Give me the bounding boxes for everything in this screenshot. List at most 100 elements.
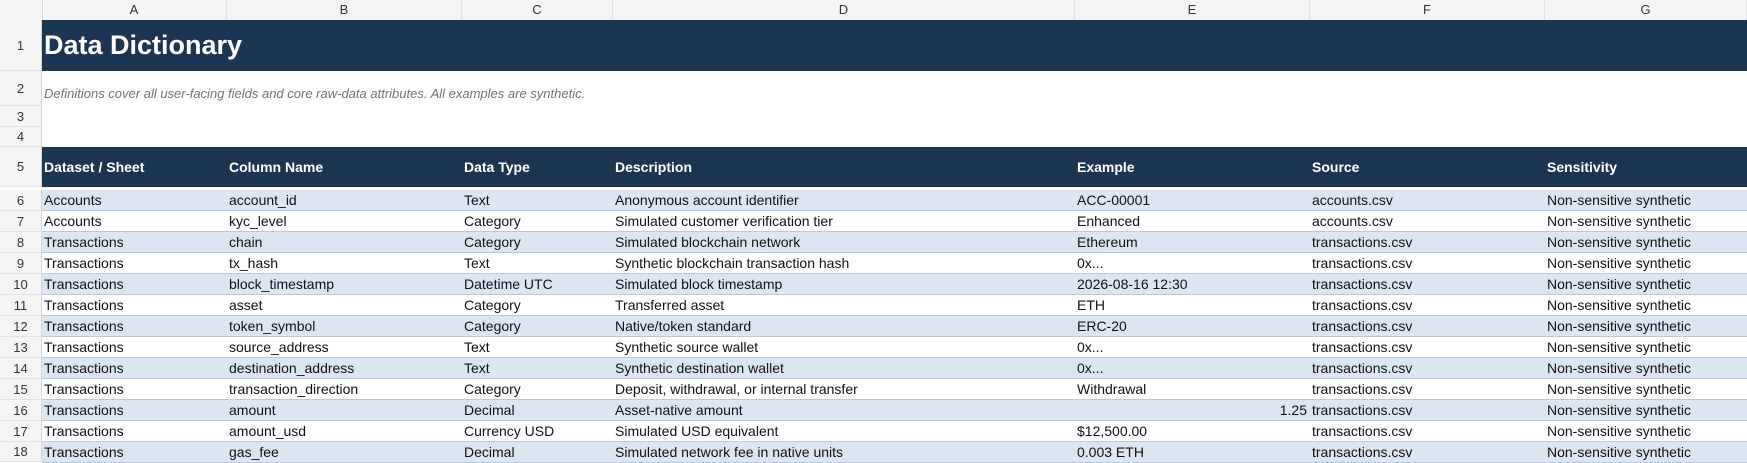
row-header[interactable]: 17: [0, 421, 42, 442]
cell-source[interactable]: transactions.csv: [1312, 358, 1412, 379]
cell-example[interactable]: Withdrawal: [1077, 379, 1146, 400]
cell-example[interactable]: 0x...: [1077, 253, 1103, 274]
cell-data-type[interactable]: Category: [464, 316, 521, 337]
cell-column-name[interactable]: amount: [229, 400, 276, 421]
cell-sensitivity[interactable]: Non-sensitive synthetic: [1547, 253, 1691, 274]
cell-example[interactable]: 0.003 ETH: [1077, 442, 1144, 463]
cell-dataset[interactable]: Transactions: [44, 358, 124, 379]
row-header[interactable]: 11: [0, 295, 42, 316]
cell-source[interactable]: transactions.csv: [1312, 442, 1412, 463]
cell-column-name[interactable]: destination_address: [229, 358, 354, 379]
cell-dataset[interactable]: Transactions: [44, 379, 124, 400]
cell-sensitivity[interactable]: Non-sensitive synthetic: [1547, 316, 1691, 337]
cell-description[interactable]: Simulated blockchain network: [615, 232, 800, 253]
cell-sensitivity[interactable]: Non-sensitive synthetic: [1547, 211, 1691, 232]
cell-dataset[interactable]: Transactions: [44, 274, 124, 295]
cell-data-type[interactable]: Currency USD: [464, 421, 554, 442]
cell-source[interactable]: transactions.csv: [1312, 253, 1412, 274]
cell-sensitivity[interactable]: Non-sensitive synthetic: [1547, 295, 1691, 316]
cell-dataset[interactable]: Transactions: [44, 232, 124, 253]
row-header[interactable]: 15: [0, 379, 42, 400]
row-header[interactable]: 9: [0, 253, 42, 274]
cell-description[interactable]: Simulated customer verification tier: [615, 211, 833, 232]
cell-column-name[interactable]: account_id: [229, 190, 297, 211]
header-description[interactable]: Description: [615, 147, 692, 187]
column-header-a[interactable]: A: [42, 0, 227, 20]
cell-data-type[interactable]: Text: [464, 253, 490, 274]
cell-example[interactable]: ERC-20: [1077, 316, 1127, 337]
subtitle-note[interactable]: Definitions cover all user-facing fields…: [44, 86, 585, 101]
row-header[interactable]: 8: [0, 232, 42, 253]
header-column-name[interactable]: Column Name: [229, 147, 323, 187]
row-header[interactable]: 5: [0, 147, 42, 187]
column-header-b[interactable]: B: [227, 0, 462, 20]
cell-sensitivity[interactable]: Non-sensitive synthetic: [1547, 421, 1691, 442]
cell-source[interactable]: transactions.csv: [1312, 295, 1412, 316]
cell-sensitivity[interactable]: Non-sensitive synthetic: [1547, 190, 1691, 211]
cell-dataset[interactable]: Transactions: [44, 316, 124, 337]
row-header[interactable]: 2: [0, 71, 42, 106]
cell-sensitivity[interactable]: Non-sensitive synthetic: [1547, 379, 1691, 400]
cell-column-name[interactable]: token_symbol: [229, 316, 315, 337]
cell-column-name[interactable]: chain: [229, 232, 262, 253]
cell-column-name[interactable]: asset: [229, 295, 262, 316]
cell-dataset[interactable]: Transactions: [44, 295, 124, 316]
cell-example[interactable]: $12,500.00: [1077, 421, 1147, 442]
cell-data-type[interactable]: Text: [464, 358, 490, 379]
cell-example[interactable]: 1.25: [1077, 400, 1307, 421]
cell-description[interactable]: Transferred asset: [615, 295, 724, 316]
row-header[interactable]: 1: [0, 20, 42, 71]
cell-dataset[interactable]: Transactions: [44, 442, 124, 463]
cell-dataset[interactable]: Transactions: [44, 337, 124, 358]
cell-column-name[interactable]: source_address: [229, 337, 329, 358]
row-header[interactable]: 10: [0, 274, 42, 295]
cell-data-type[interactable]: Category: [464, 232, 521, 253]
cell-description[interactable]: Simulated block timestamp: [615, 274, 782, 295]
cell-column-name[interactable]: block_timestamp: [229, 274, 334, 295]
row-header[interactable]: 4: [0, 127, 42, 147]
cell-description[interactable]: Native/token standard: [615, 316, 751, 337]
cell-dataset[interactable]: Transactions: [44, 400, 124, 421]
cell-dataset[interactable]: Accounts: [44, 211, 102, 232]
cell-description[interactable]: Synthetic destination wallet: [615, 358, 784, 379]
cell-dataset[interactable]: Accounts: [44, 190, 102, 211]
cell-description[interactable]: Deposit, withdrawal, or internal transfe…: [615, 379, 858, 400]
row-header[interactable]: 6: [0, 190, 42, 211]
row-header[interactable]: 14: [0, 358, 42, 379]
cell-source[interactable]: transactions.csv: [1312, 274, 1412, 295]
cell-sensitivity[interactable]: Non-sensitive synthetic: [1547, 442, 1691, 463]
header-sensitivity[interactable]: Sensitivity: [1547, 147, 1617, 187]
header-data-type[interactable]: Data Type: [464, 147, 530, 187]
cell-data-type[interactable]: Text: [464, 337, 490, 358]
cell-column-name[interactable]: kyc_level: [229, 211, 287, 232]
header-source[interactable]: Source: [1312, 147, 1359, 187]
cell-source[interactable]: transactions.csv: [1312, 232, 1412, 253]
row-header[interactable]: 16: [0, 400, 42, 421]
cell-column-name[interactable]: transaction_direction: [229, 379, 358, 400]
cell-source[interactable]: transactions.csv: [1312, 316, 1412, 337]
cell-data-type[interactable]: Decimal: [464, 442, 515, 463]
cell-sensitivity[interactable]: Non-sensitive synthetic: [1547, 274, 1691, 295]
cell-description[interactable]: Synthetic blockchain transaction hash: [615, 253, 849, 274]
column-header-f[interactable]: F: [1310, 0, 1545, 20]
cell-sensitivity[interactable]: Non-sensitive synthetic: [1547, 358, 1691, 379]
cell-sensitivity[interactable]: Non-sensitive synthetic: [1547, 232, 1691, 253]
cell-source[interactable]: accounts.csv: [1312, 211, 1393, 232]
cell-source[interactable]: transactions.csv: [1312, 337, 1412, 358]
header-dataset-sheet[interactable]: Dataset / Sheet: [44, 147, 144, 187]
cell-description[interactable]: Synthetic source wallet: [615, 337, 758, 358]
cell-description[interactable]: Simulated network fee in native units: [615, 442, 843, 463]
cell-column-name[interactable]: amount_usd: [229, 421, 306, 442]
cell-data-type[interactable]: Category: [464, 211, 521, 232]
cell-source[interactable]: transactions.csv: [1312, 400, 1412, 421]
cell-data-type[interactable]: Decimal: [464, 400, 515, 421]
cell-sensitivity[interactable]: Non-sensitive synthetic: [1547, 337, 1691, 358]
cell-source[interactable]: transactions.csv: [1312, 379, 1412, 400]
header-example[interactable]: Example: [1077, 147, 1135, 187]
cell-column-name[interactable]: gas_fee: [229, 442, 279, 463]
cell-source[interactable]: accounts.csv: [1312, 190, 1393, 211]
column-header-d[interactable]: D: [613, 0, 1075, 20]
cell-description[interactable]: Anonymous account identifier: [615, 190, 799, 211]
row-header[interactable]: 3: [0, 106, 42, 127]
column-header-e[interactable]: E: [1075, 0, 1310, 20]
